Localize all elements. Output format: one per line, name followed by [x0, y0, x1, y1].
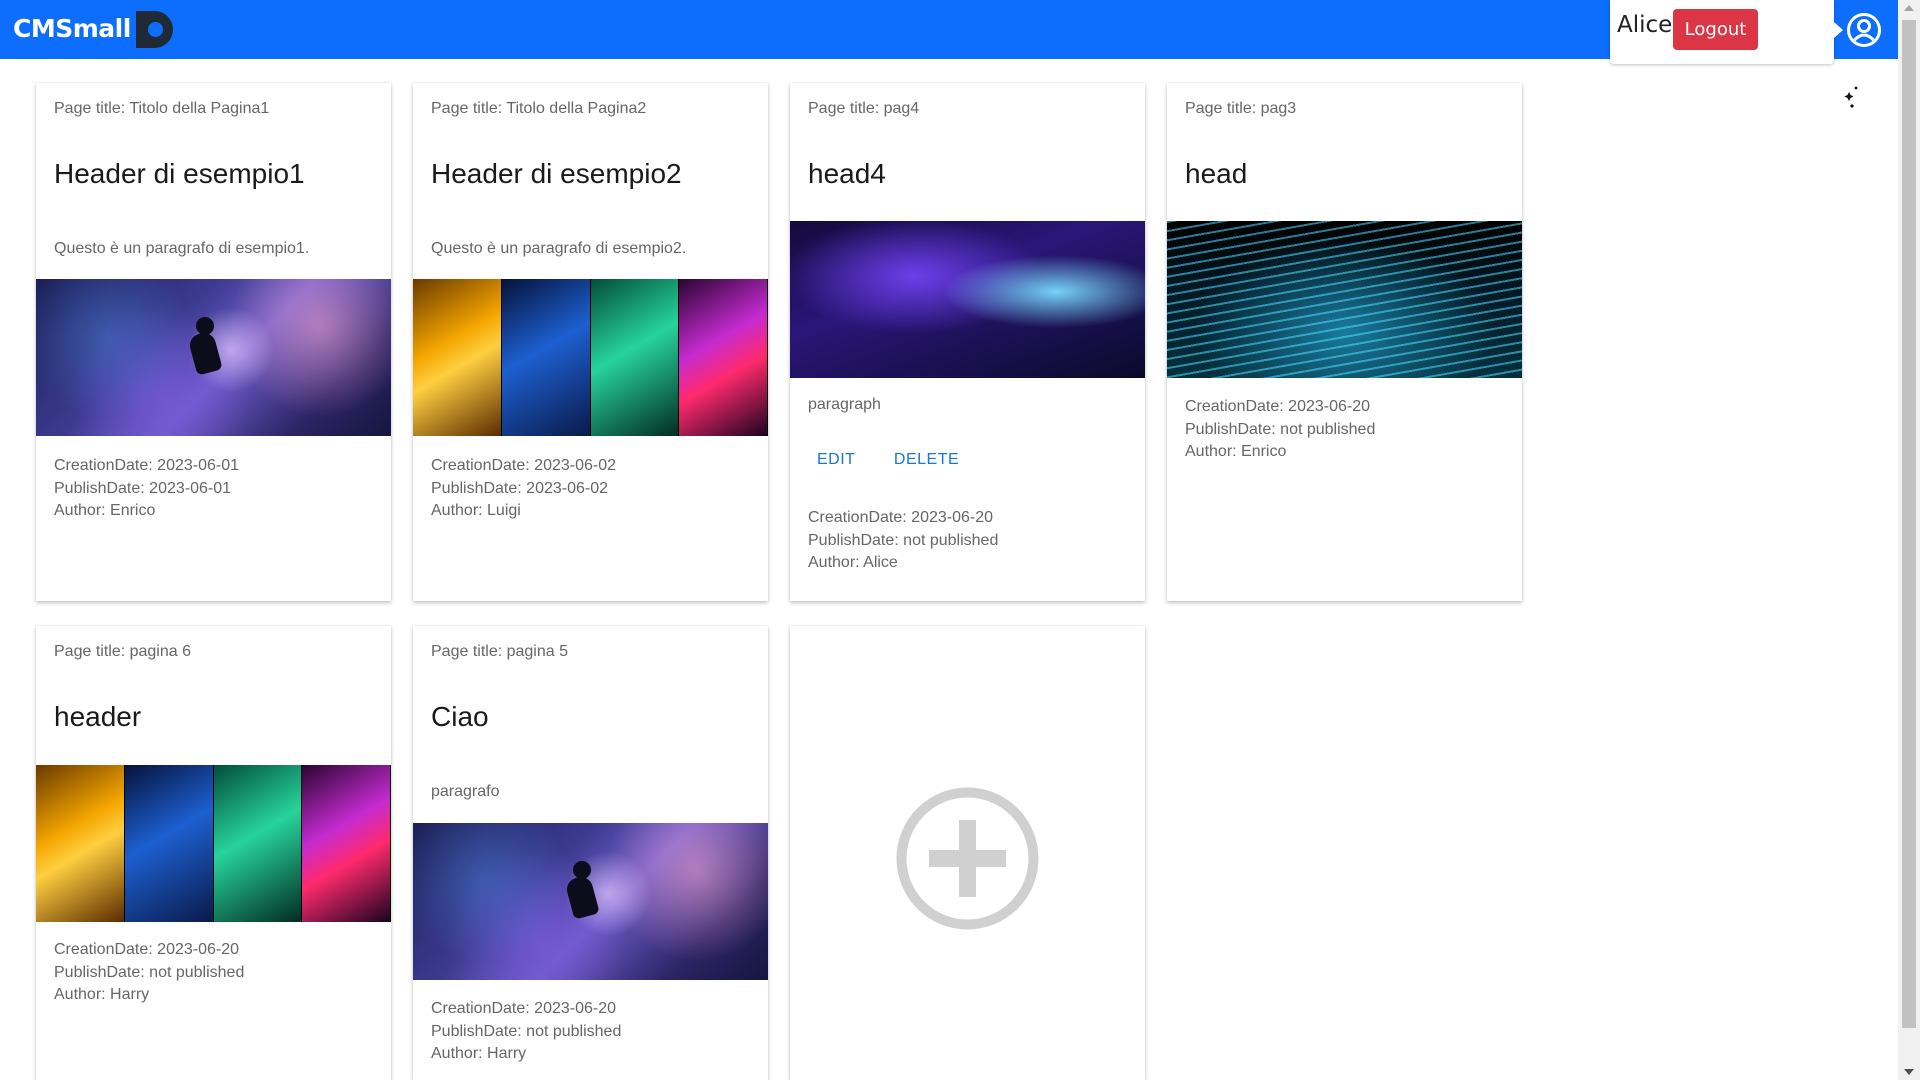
- card-publish-date: PublishDate: not published: [54, 963, 245, 981]
- brand-title[interactable]: CMSmall: [13, 14, 131, 43]
- account-circle-icon[interactable]: [1846, 12, 1882, 48]
- card-publish-date: PublishDate: not published: [431, 1022, 622, 1040]
- card-header: header: [54, 701, 142, 732]
- add-page-card[interactable]: [790, 626, 1145, 1080]
- card-author: Author: Harry: [54, 986, 150, 1003]
- card-header: Ciao: [431, 701, 489, 732]
- page-card-6[interactable]: Page title: pagina 5 Ciao paragrafo Crea…: [413, 626, 768, 1080]
- card-publish-date: PublishDate: not published: [808, 531, 999, 549]
- card-image: [1167, 221, 1522, 378]
- theme-toggle-icon[interactable]: [1843, 84, 1873, 114]
- scrollbar-thumb[interactable]: [1902, 20, 1916, 1028]
- card-paragraph: paragrafo: [431, 783, 500, 800]
- card-creation-date: CreationDate: 2023-06-02: [431, 457, 617, 474]
- card-image: [413, 823, 768, 980]
- page-card-5[interactable]: Page title: pagina 6 header CreationDate…: [36, 626, 391, 1080]
- page-scrollbar[interactable]: [1898, 0, 1920, 1080]
- delete-button[interactable]: DELETE: [885, 451, 968, 469]
- card-publish-date: PublishDate: 2023-06-01: [54, 479, 232, 497]
- card-author: Author: Harry: [431, 1045, 527, 1062]
- card-paragraph: paragraph: [808, 396, 881, 413]
- brand-logo-icon[interactable]: [136, 11, 173, 48]
- card-page-title: Page title: pagina 6: [54, 643, 191, 660]
- card-creation-date: CreationDate: 2023-06-20: [54, 941, 240, 958]
- card-author: Author: Enrico: [54, 502, 156, 519]
- logout-button[interactable]: Logout: [1673, 9, 1758, 50]
- card-header: Header di esempio2: [431, 158, 682, 189]
- card-image: [36, 279, 391, 436]
- card-paragraph: Questo è un paragrafo di esempio2.: [431, 240, 687, 257]
- card-header: Header di esempio1: [54, 158, 305, 189]
- page-card-3[interactable]: Page title: pag4 head4 paragraph EDIT DE…: [790, 83, 1145, 601]
- card-author: Author: Luigi: [431, 502, 521, 519]
- add-circle-icon[interactable]: [895, 786, 1040, 931]
- scroll-down-icon[interactable]: [1904, 1069, 1914, 1075]
- card-creation-date: CreationDate: 2023-06-20: [1185, 398, 1371, 415]
- card-header: head4: [808, 158, 886, 189]
- card-header: head: [1185, 158, 1248, 189]
- card-page-title: Page title: Titolo della Pagina2: [431, 100, 647, 117]
- page-card-1[interactable]: Page title: Titolo della Pagina1 Header …: [36, 83, 391, 601]
- card-paragraph: Questo è un paragrafo di esempio1.: [54, 240, 310, 257]
- card-page-title: Page title: pag4: [808, 100, 920, 117]
- card-page-title: Page title: pagina 5: [431, 643, 568, 660]
- card-image: [36, 765, 391, 922]
- card-page-title: Page title: Titolo della Pagina1: [54, 100, 270, 117]
- card-image: [413, 279, 768, 436]
- card-author: Author: Alice: [808, 554, 898, 571]
- page-card-4[interactable]: Page title: pag3 head CreationDate: 2023…: [1167, 83, 1522, 601]
- card-image: [790, 221, 1145, 378]
- edit-button[interactable]: EDIT: [808, 451, 864, 469]
- card-publish-date: PublishDate: not published: [1185, 420, 1376, 438]
- scroll-up-icon[interactable]: [1904, 5, 1914, 11]
- card-creation-date: CreationDate: 2023-06-20: [431, 1000, 617, 1017]
- card-creation-date: CreationDate: 2023-06-01: [54, 457, 240, 474]
- user-popover: Alice Logout: [1610, 0, 1843, 64]
- page-card-2[interactable]: Page title: Titolo della Pagina2 Header …: [413, 83, 768, 601]
- card-creation-date: CreationDate: 2023-06-20: [808, 509, 994, 526]
- card-page-title: Page title: pag3: [1185, 100, 1297, 117]
- user-name: Alice: [1617, 12, 1673, 38]
- navbar: CMSmall Alice Logout: [0, 0, 1898, 64]
- card-author: Author: Enrico: [1185, 443, 1287, 460]
- card-publish-date: PublishDate: 2023-06-02: [431, 479, 609, 497]
